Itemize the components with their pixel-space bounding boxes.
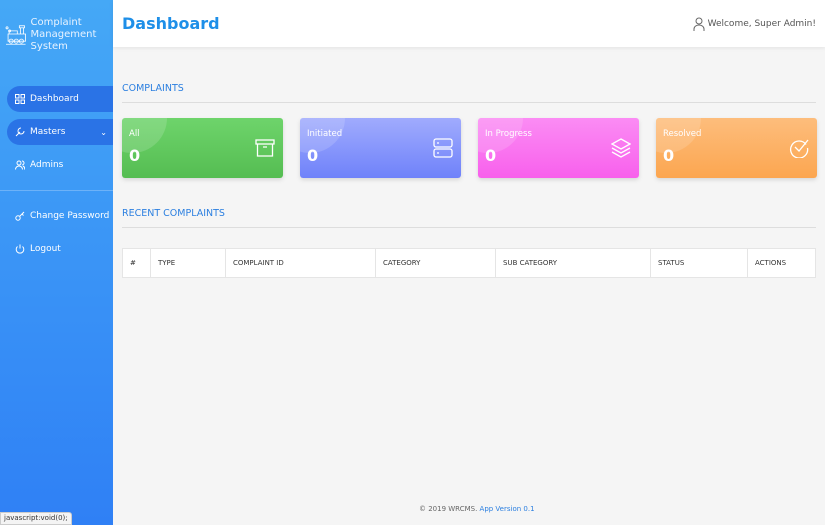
card-label: All xyxy=(129,129,140,139)
column-header: COMPLAINT ID xyxy=(225,248,376,278)
sidebar-item-label: Masters xyxy=(30,127,66,137)
sidebar-item-masters[interactable]: Masters ⌄ xyxy=(7,119,113,145)
key-icon xyxy=(15,211,25,221)
card-all[interactable]: All 0 xyxy=(122,118,283,178)
column-header: # xyxy=(122,248,151,278)
power-icon xyxy=(15,244,25,254)
chevron-down-icon: ⌄ xyxy=(100,127,107,137)
users-icon xyxy=(15,160,25,170)
brand[interactable]: Complaint Management System xyxy=(0,0,113,60)
app-version-link[interactable]: App Version 0.1 xyxy=(480,505,535,513)
layers-icon xyxy=(611,138,631,158)
footer: © 2019 WRCMS. App Version 0.1 xyxy=(419,505,535,513)
sidebar-item-logout[interactable]: Logout xyxy=(7,236,113,262)
sidebar-item-admins[interactable]: Admins xyxy=(7,152,113,178)
recent-complaints-table: # TYPE COMPLAINT ID CATEGORY SUB CATEGOR… xyxy=(122,248,816,278)
card-value: 0 xyxy=(307,146,319,165)
card-label: In Progress xyxy=(485,129,532,139)
column-header: TYPE xyxy=(150,248,226,278)
table-header-row: # TYPE COMPLAINT ID CATEGORY SUB CATEGOR… xyxy=(122,248,816,278)
card-value: 0 xyxy=(663,146,675,165)
recent-complaints-heading: RECENT COMPLAINTS xyxy=(122,208,816,228)
train-logo-icon xyxy=(5,25,26,45)
card-value: 0 xyxy=(129,146,141,165)
copyright: © 2019 WRCMS. xyxy=(419,505,478,513)
sidebar-item-label: Change Password xyxy=(30,211,110,221)
column-header: ACTIONS xyxy=(747,248,816,278)
sidebar-item-dashboard[interactable]: Dashboard xyxy=(7,86,113,112)
user-icon xyxy=(693,17,705,31)
card-value: 0 xyxy=(485,146,497,165)
wrench-icon xyxy=(15,127,25,137)
card-in-progress[interactable]: In Progress 0 xyxy=(478,118,639,178)
sidebar-item-label: Admins xyxy=(30,160,64,170)
card-initiated[interactable]: Initiated 0 xyxy=(300,118,461,178)
server-icon xyxy=(433,138,453,158)
page-title: Dashboard xyxy=(122,14,220,33)
column-header: CATEGORY xyxy=(375,248,496,278)
sidebar-item-label: Logout xyxy=(30,244,61,254)
complaints-heading: COMPLAINTS xyxy=(122,83,816,103)
sidebar-item-change-password[interactable]: Change Password xyxy=(7,203,113,229)
welcome-text: Welcome, Super Admin! xyxy=(707,18,816,29)
card-label: Resolved xyxy=(663,129,702,139)
header: Dashboard Welcome, Super Admin! xyxy=(113,0,825,47)
card-label: Initiated xyxy=(307,129,343,139)
brand-name: Complaint Management System xyxy=(30,17,97,52)
check-circle-icon xyxy=(789,139,809,158)
column-header: SUB CATEGORY xyxy=(495,248,651,278)
grid-icon xyxy=(15,94,25,104)
sidebar-divider xyxy=(0,190,113,191)
card-resolved[interactable]: Resolved 0 xyxy=(656,118,817,178)
column-header: STATUS xyxy=(650,248,748,278)
sidebar: Complaint Management System Dashboard Ma… xyxy=(0,0,113,525)
browser-status-bar: javascript:void(0); xyxy=(0,512,72,525)
sidebar-item-label: Dashboard xyxy=(30,94,79,104)
archive-icon xyxy=(255,139,275,157)
user-menu[interactable]: Welcome, Super Admin! xyxy=(693,17,816,31)
